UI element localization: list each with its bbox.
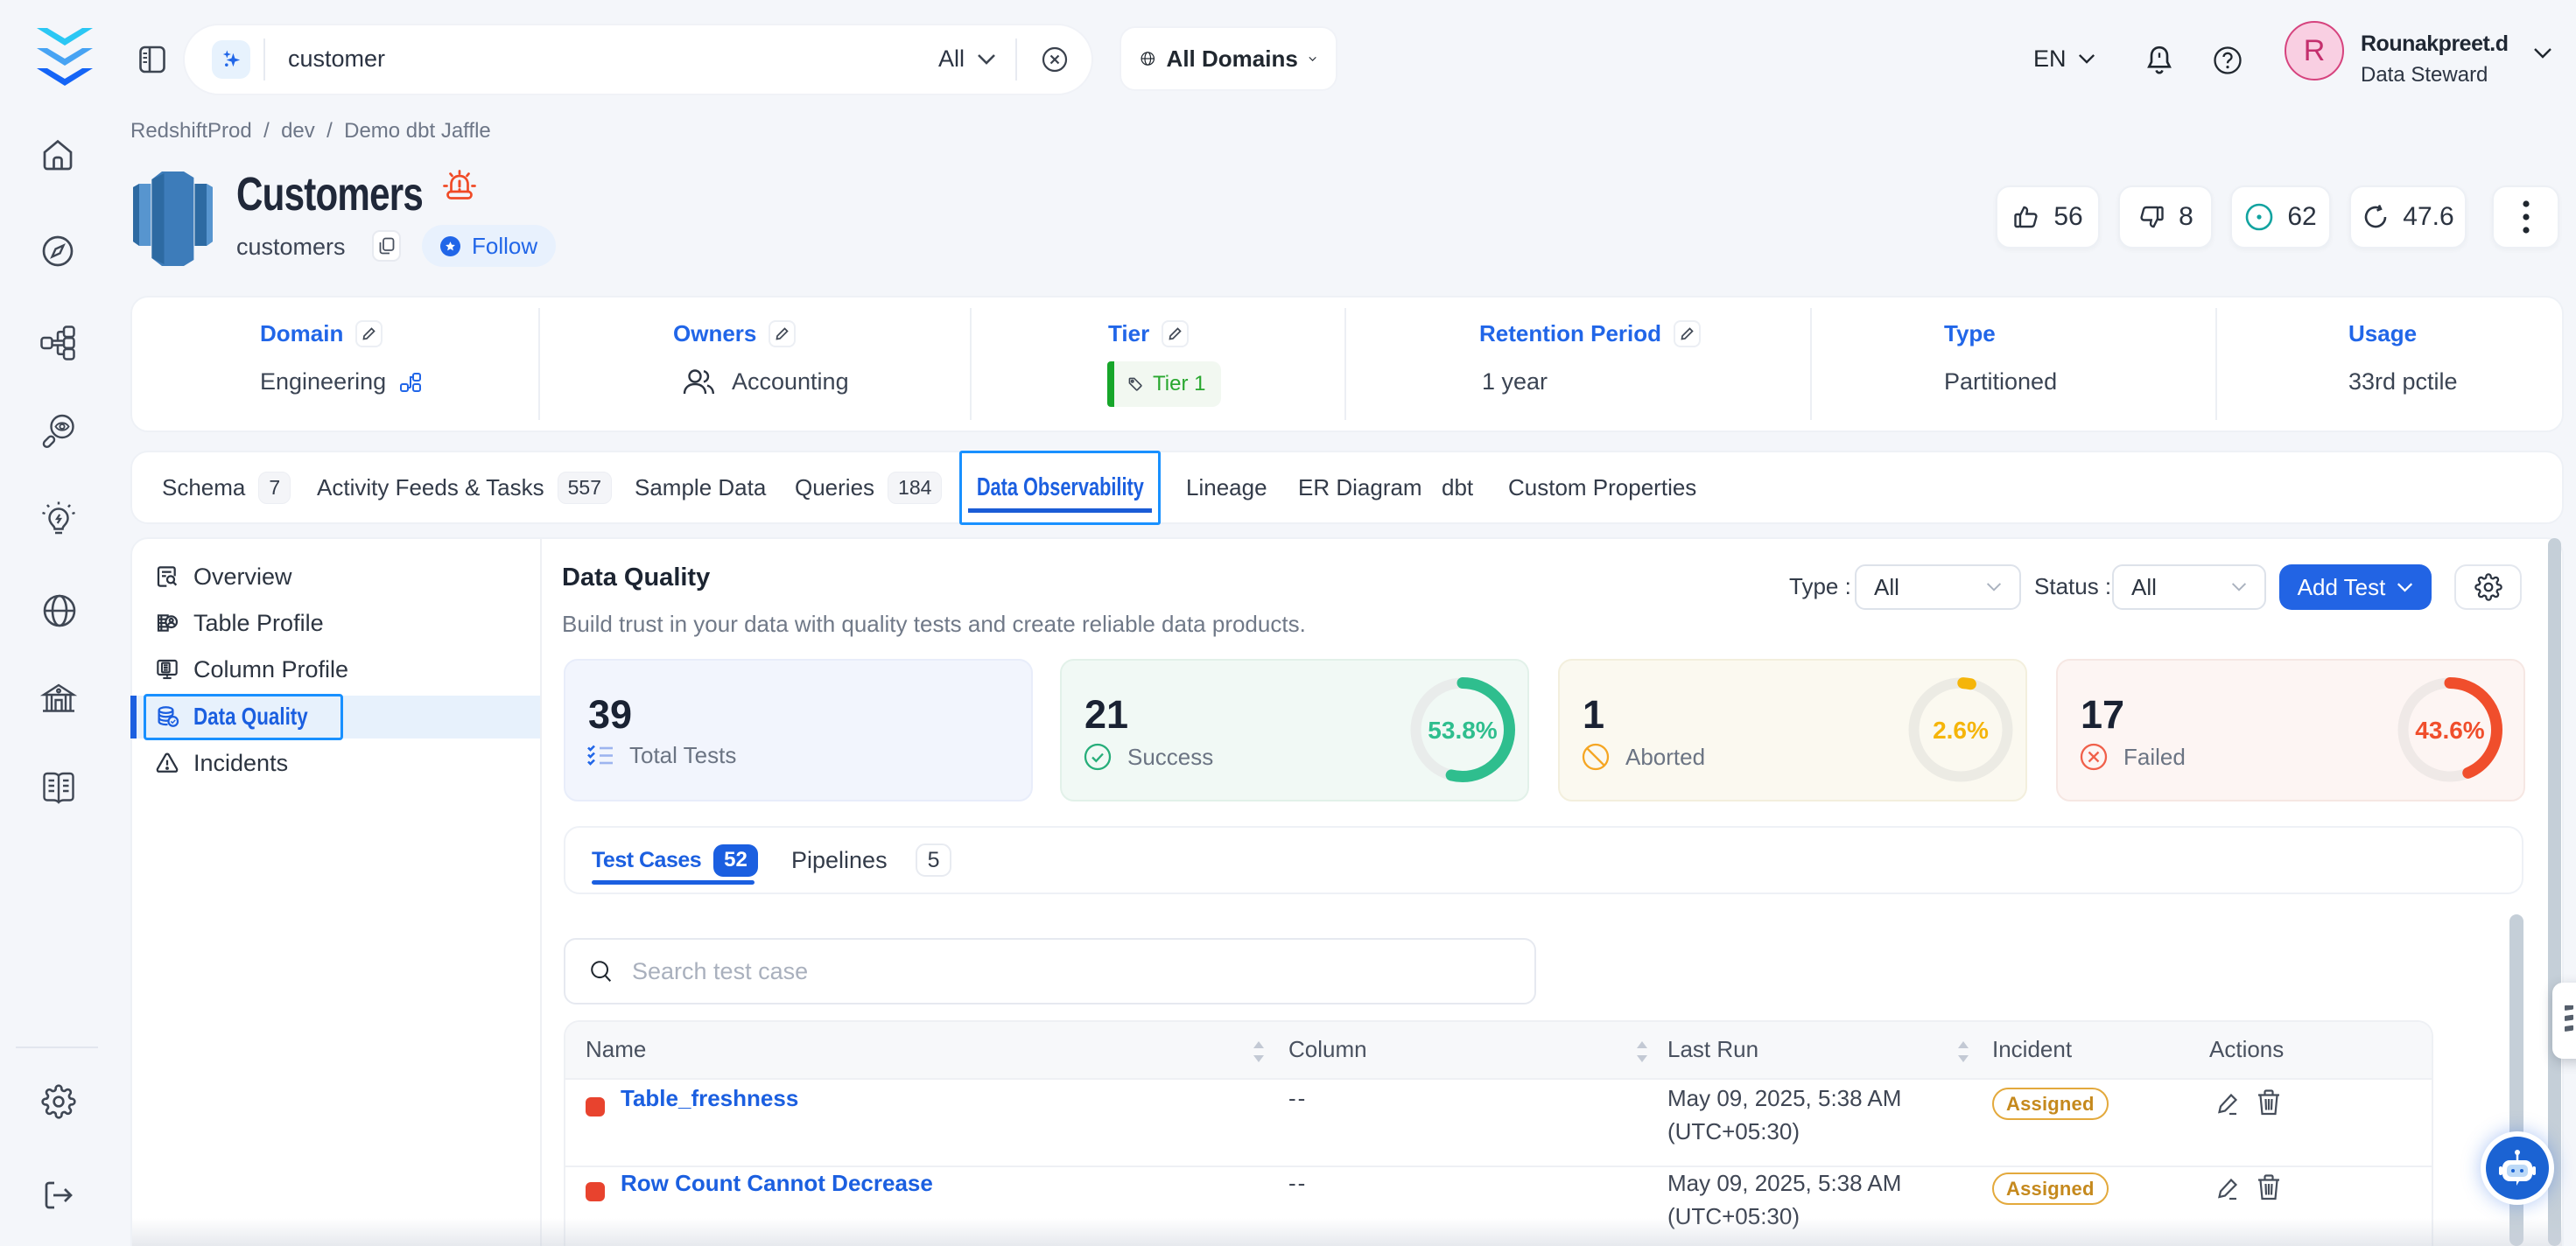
svg-text:2.6%: 2.6% [1933, 717, 1989, 744]
svg-text:53.8%: 53.8% [1428, 717, 1497, 744]
svg-text:43.6%: 43.6% [2415, 717, 2484, 744]
